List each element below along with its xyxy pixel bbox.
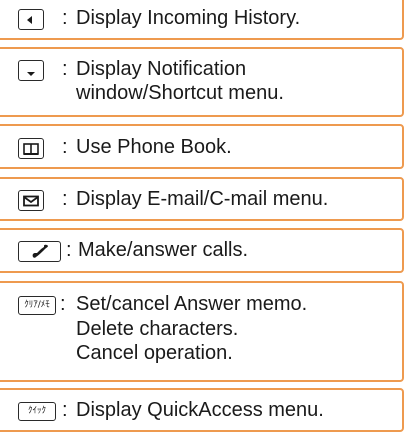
call-key-icon [18,241,61,262]
phonebook-key-icon [18,138,44,159]
left-arrow-key-icon [18,9,44,30]
key-legend: : Display Incoming History. : Display No… [0,0,410,443]
legend-row-notification: : Display Notification window/Shortcut m… [0,47,404,117]
separator: : [62,188,68,210]
separator: : [66,239,72,261]
row-description: Display Notification window/Shortcut men… [76,58,284,104]
legend-row-quick-access: ｸｲｯｸ : Display QuickAccess menu. [0,388,404,432]
legend-row-clear-memo: ｸﾘｱ/ﾒﾓ : Set/cancel Answer memo. Delete … [0,281,404,382]
row-description: Display QuickAccess menu. [76,399,324,421]
clear-memo-key-icon: ｸﾘｱ/ﾒﾓ [18,296,56,315]
legend-row-calls: : Make/answer calls. [0,228,404,273]
quick-access-key-icon: ｸｲｯｸ [18,402,56,421]
legend-row-incoming-history: : Display Incoming History. [0,0,404,40]
legend-row-mail: : Display E-mail/C-mail menu. [0,177,404,221]
row-description: Set/cancel Answer memo. Delete character… [76,293,308,364]
separator: : [60,293,66,315]
separator: : [62,58,68,80]
legend-row-phone-book: : Use Phone Book. [0,124,404,169]
row-description: Display E-mail/C-mail menu. [76,188,329,210]
mail-key-icon [18,190,44,211]
separator: : [62,136,68,158]
separator: : [62,7,68,29]
row-description: Make/answer calls. [78,239,249,261]
down-arrow-key-icon [18,60,44,81]
row-description: Use Phone Book. [76,136,232,158]
separator: : [62,399,68,421]
row-description: Display Incoming History. [76,7,301,29]
